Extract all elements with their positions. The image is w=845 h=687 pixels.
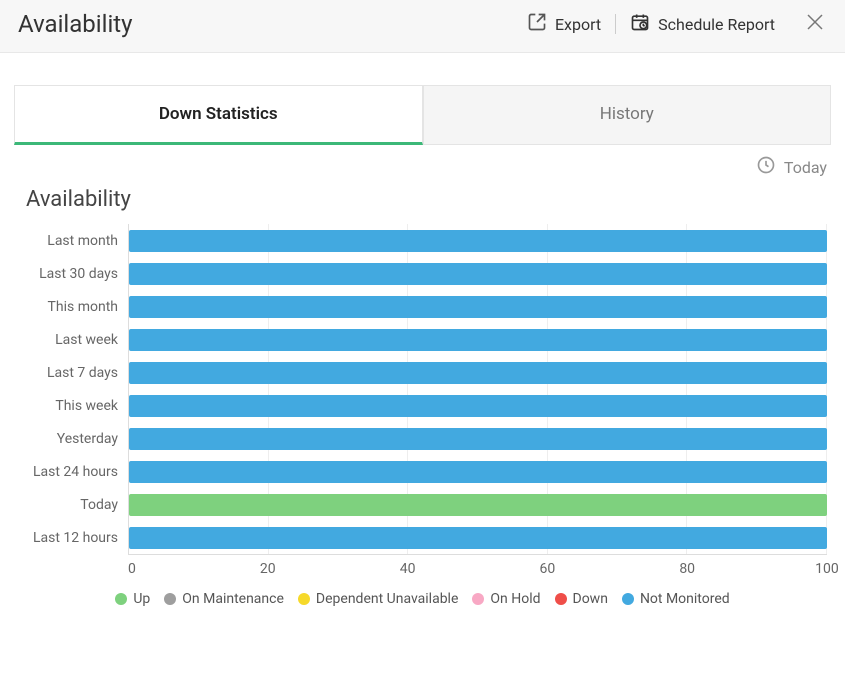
bar-row (129, 488, 827, 521)
legend-dot-icon (298, 593, 310, 605)
legend-item[interactable]: On Maintenance (164, 591, 284, 607)
bar-segment[interactable] (129, 461, 827, 483)
bar-segment[interactable] (129, 263, 827, 285)
export-icon (527, 12, 547, 36)
bar-row (129, 290, 827, 323)
y-axis-label: Last week (18, 323, 128, 356)
legend-dot-icon (622, 593, 634, 605)
legend: Up On Maintenance Dependent Unavailable On … (18, 591, 827, 607)
legend-label: On Maintenance (182, 591, 284, 607)
chart-title: Availability (26, 187, 827, 212)
y-axis-label: Last 12 hours (18, 521, 128, 554)
legend-dot-icon (472, 593, 484, 605)
schedule-report-button[interactable]: Schedule Report (630, 12, 775, 36)
bar-row (129, 257, 827, 290)
bar-segment[interactable] (129, 527, 827, 549)
legend-item[interactable]: Dependent Unavailable (298, 591, 458, 607)
tabs: Down Statistics History (14, 85, 831, 145)
time-range-selector[interactable]: Today (0, 145, 845, 179)
y-axis-label: Yesterday (18, 422, 128, 455)
bar-row (129, 422, 827, 455)
legend-dot-icon (164, 593, 176, 605)
clock-icon (756, 155, 776, 179)
legend-item[interactable]: Up (115, 591, 150, 607)
bar-segment[interactable] (129, 395, 827, 417)
tab-down-statistics[interactable]: Down Statistics (14, 85, 423, 145)
legend-item[interactable]: Not Monitored (622, 591, 730, 607)
chart-container: Availability Last monthLast 30 daysThis … (18, 187, 827, 607)
legend-label: Not Monitored (640, 591, 730, 607)
y-axis-label: This week (18, 389, 128, 422)
bar-segment[interactable] (129, 362, 827, 384)
bar-row (129, 323, 827, 356)
header-actions: Export Schedule Report (527, 10, 827, 38)
bar-row (129, 389, 827, 422)
legend-label: On Hold (490, 591, 540, 607)
tab-history[interactable]: History (423, 85, 832, 145)
schedule-label: Schedule Report (658, 15, 775, 34)
legend-label: Down (573, 591, 608, 607)
time-range-label: Today (784, 158, 827, 177)
close-button[interactable] (803, 10, 827, 38)
legend-item[interactable]: On Hold (472, 591, 540, 607)
bar-segment[interactable] (129, 329, 827, 351)
y-axis-label: Last month (18, 224, 128, 257)
y-axis-label: Last 30 days (18, 257, 128, 290)
bar-row (129, 455, 827, 488)
close-icon (803, 10, 827, 38)
y-axis-label: Today (18, 488, 128, 521)
y-axis-label: This month (18, 290, 128, 323)
legend-label: Up (133, 591, 150, 607)
export-button[interactable]: Export (527, 12, 601, 36)
divider (615, 14, 616, 34)
bar-row (129, 521, 827, 554)
calendar-clock-icon (630, 12, 650, 36)
export-label: Export (555, 15, 601, 34)
bar-segment[interactable] (129, 230, 827, 252)
y-axis-label: Last 7 days (18, 356, 128, 389)
y-axis-labels: Last monthLast 30 daysThis monthLast wee… (18, 224, 128, 555)
bar-segment[interactable] (129, 428, 827, 450)
bars-group (129, 224, 827, 554)
bar-chart: Last monthLast 30 daysThis monthLast wee… (18, 224, 827, 555)
page-title: Availability (18, 10, 133, 38)
legend-item[interactable]: Down (555, 591, 608, 607)
plot-area (128, 224, 827, 555)
bar-segment[interactable] (129, 494, 827, 516)
bar-row (129, 224, 827, 257)
bar-segment[interactable] (129, 296, 827, 318)
legend-dot-icon (555, 593, 567, 605)
legend-label: Dependent Unavailable (316, 591, 458, 607)
y-axis-label: Last 24 hours (18, 455, 128, 488)
header-bar: Availability Export Schedule Report (0, 0, 845, 53)
legend-dot-icon (115, 593, 127, 605)
bar-row (129, 356, 827, 389)
